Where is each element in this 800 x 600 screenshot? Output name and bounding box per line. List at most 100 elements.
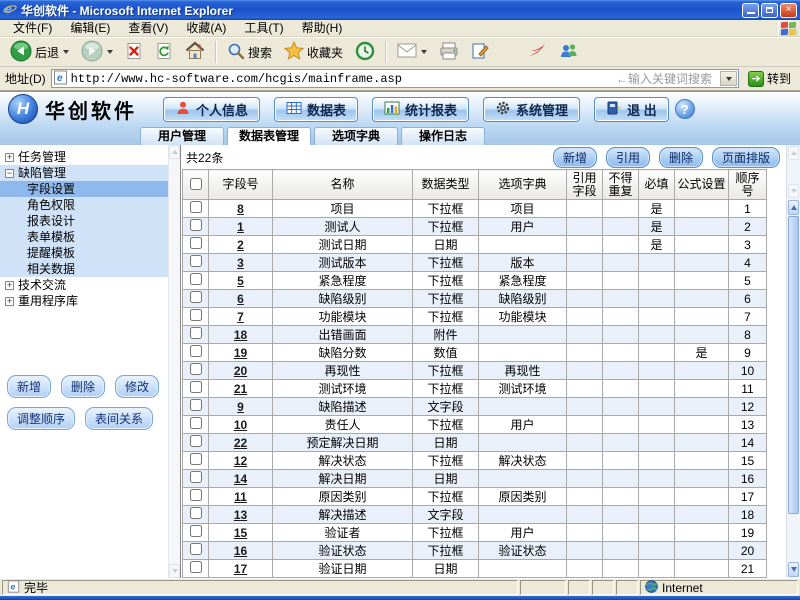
row-checkbox[interactable] bbox=[190, 507, 202, 519]
field-number-link[interactable]: 16 bbox=[234, 544, 247, 558]
field-number-link[interactable]: 2 bbox=[237, 238, 244, 252]
minimize-button[interactable] bbox=[742, 3, 759, 18]
sidebar-scrollbar[interactable] bbox=[168, 145, 180, 578]
row-checkbox[interactable] bbox=[190, 345, 202, 357]
row-checkbox[interactable] bbox=[190, 471, 202, 483]
scroll-down-icon[interactable] bbox=[169, 564, 180, 578]
scroll-up-icon[interactable] bbox=[788, 146, 799, 160]
history-button[interactable] bbox=[349, 38, 381, 67]
menu-item[interactable]: 查看(V) bbox=[119, 20, 177, 36]
action-button-删除[interactable]: 删除 bbox=[659, 147, 703, 168]
expand-icon[interactable]: + bbox=[5, 297, 14, 306]
tree-item-字段设置[interactable]: 字段设置 bbox=[0, 181, 168, 197]
row-checkbox[interactable] bbox=[190, 363, 202, 375]
menu-item[interactable]: 工具(T) bbox=[235, 20, 292, 36]
tree-item-报表设计[interactable]: 报表设计 bbox=[0, 213, 168, 229]
edit-button[interactable] bbox=[465, 39, 495, 66]
row-checkbox[interactable] bbox=[190, 561, 202, 573]
action-button-页面排版[interactable]: 页面排版 bbox=[712, 147, 780, 168]
row-checkbox[interactable] bbox=[190, 399, 202, 411]
row-checkbox[interactable] bbox=[190, 237, 202, 249]
home-button[interactable] bbox=[179, 38, 211, 66]
sidebar-button-表间关系[interactable]: 表间关系 bbox=[85, 407, 153, 430]
nav-button-table[interactable]: 数据表 bbox=[274, 97, 358, 122]
address-dropdown-button[interactable] bbox=[720, 71, 737, 86]
menu-item[interactable]: 文件(F) bbox=[4, 20, 61, 36]
restore-button[interactable] bbox=[761, 3, 778, 18]
tab-数据表管理[interactable]: 数据表管理 bbox=[227, 127, 311, 145]
collapse-icon[interactable]: − bbox=[5, 169, 14, 178]
row-checkbox[interactable] bbox=[190, 417, 202, 429]
row-checkbox[interactable] bbox=[190, 453, 202, 465]
field-number-link[interactable]: 9 bbox=[237, 400, 244, 414]
nav-button-person[interactable]: 个人信息 bbox=[163, 97, 260, 122]
action-button-新增[interactable]: 新增 bbox=[553, 147, 597, 168]
field-number-link[interactable]: 21 bbox=[234, 382, 247, 396]
scroll-up-icon[interactable] bbox=[788, 200, 799, 215]
tree-item-相关数据[interactable]: 相关数据 bbox=[0, 261, 168, 277]
row-checkbox[interactable] bbox=[190, 201, 202, 213]
field-number-link[interactable]: 3 bbox=[237, 256, 244, 270]
tree-node-技术交流[interactable]: +技术交流 bbox=[0, 277, 168, 293]
messenger-button[interactable] bbox=[553, 39, 585, 66]
row-checkbox[interactable] bbox=[190, 381, 202, 393]
sidebar-button-新增[interactable]: 新增 bbox=[7, 375, 51, 398]
tree-node-缺陷管理[interactable]: −缺陷管理 bbox=[0, 165, 168, 181]
row-checkbox[interactable] bbox=[190, 489, 202, 501]
row-checkbox[interactable] bbox=[190, 435, 202, 447]
row-checkbox[interactable] bbox=[190, 255, 202, 267]
table-scrollbar[interactable] bbox=[786, 145, 800, 578]
print-button[interactable] bbox=[433, 39, 465, 66]
mail-button[interactable] bbox=[391, 40, 433, 64]
menu-item[interactable]: 帮助(H) bbox=[293, 20, 352, 36]
field-number-link[interactable]: 13 bbox=[234, 508, 247, 522]
field-number-link[interactable]: 17 bbox=[234, 562, 247, 576]
realplayer-button[interactable] bbox=[521, 39, 553, 66]
row-checkbox[interactable] bbox=[190, 291, 202, 303]
field-number-link[interactable]: 5 bbox=[237, 274, 244, 288]
field-number-link[interactable]: 11 bbox=[234, 490, 247, 504]
row-checkbox[interactable] bbox=[190, 543, 202, 555]
nav-button-gear[interactable]: 系统管理 bbox=[483, 97, 580, 122]
close-button[interactable]: × bbox=[780, 3, 797, 18]
tree-item-角色权限[interactable]: 角色权限 bbox=[0, 197, 168, 213]
row-checkbox[interactable] bbox=[190, 309, 202, 321]
tab-选项字典[interactable]: 选项字典 bbox=[314, 127, 398, 145]
tab-用户管理[interactable]: 用户管理 bbox=[140, 127, 224, 145]
field-number-link[interactable]: 7 bbox=[237, 310, 244, 324]
refresh-button[interactable] bbox=[149, 39, 179, 66]
forward-button[interactable] bbox=[75, 37, 119, 68]
field-number-link[interactable]: 6 bbox=[237, 292, 244, 306]
tree-node-任务管理[interactable]: +任务管理 bbox=[0, 149, 168, 165]
field-number-link[interactable]: 20 bbox=[234, 364, 247, 378]
search-button[interactable]: 搜索 bbox=[221, 39, 278, 66]
expand-icon[interactable]: + bbox=[5, 281, 14, 290]
field-number-link[interactable]: 22 bbox=[234, 436, 247, 450]
stop-button[interactable] bbox=[119, 39, 149, 66]
nav-button-exit[interactable]: 退 出 bbox=[594, 97, 669, 122]
sidebar-button-调整顺序[interactable]: 调整顺序 bbox=[7, 407, 75, 430]
field-number-link[interactable]: 19 bbox=[234, 346, 247, 360]
tree-item-提醒模板[interactable]: 提醒模板 bbox=[0, 245, 168, 261]
scroll-down-icon[interactable] bbox=[788, 562, 799, 577]
expand-icon[interactable]: + bbox=[5, 153, 14, 162]
back-button[interactable]: 后退 bbox=[4, 37, 75, 68]
sidebar-button-删除[interactable]: 删除 bbox=[61, 375, 105, 398]
favorites-button[interactable]: 收藏夹 bbox=[278, 38, 349, 66]
sidebar-button-修改[interactable]: 修改 bbox=[115, 375, 159, 398]
action-button-引用[interactable]: 引用 bbox=[606, 147, 650, 168]
field-number-link[interactable]: 8 bbox=[237, 202, 244, 216]
field-number-link[interactable]: 14 bbox=[234, 472, 247, 486]
field-number-link[interactable]: 18 bbox=[234, 328, 247, 342]
address-input[interactable]: e http://www.hc-software.com/hcgis/mainf… bbox=[51, 69, 739, 88]
field-number-link[interactable]: 1 bbox=[237, 220, 244, 234]
row-checkbox[interactable] bbox=[190, 327, 202, 339]
field-number-link[interactable]: 12 bbox=[234, 454, 247, 468]
help-button[interactable]: ? bbox=[675, 99, 695, 119]
tree-item-表单模板[interactable]: 表单模板 bbox=[0, 229, 168, 245]
tab-操作日志[interactable]: 操作日志 bbox=[401, 127, 485, 145]
menu-item[interactable]: 编辑(E) bbox=[61, 20, 119, 36]
row-checkbox[interactable] bbox=[190, 219, 202, 231]
nav-button-chart[interactable]: 统计报表 bbox=[372, 97, 469, 122]
go-button[interactable]: ➔ 转到 bbox=[744, 69, 795, 88]
